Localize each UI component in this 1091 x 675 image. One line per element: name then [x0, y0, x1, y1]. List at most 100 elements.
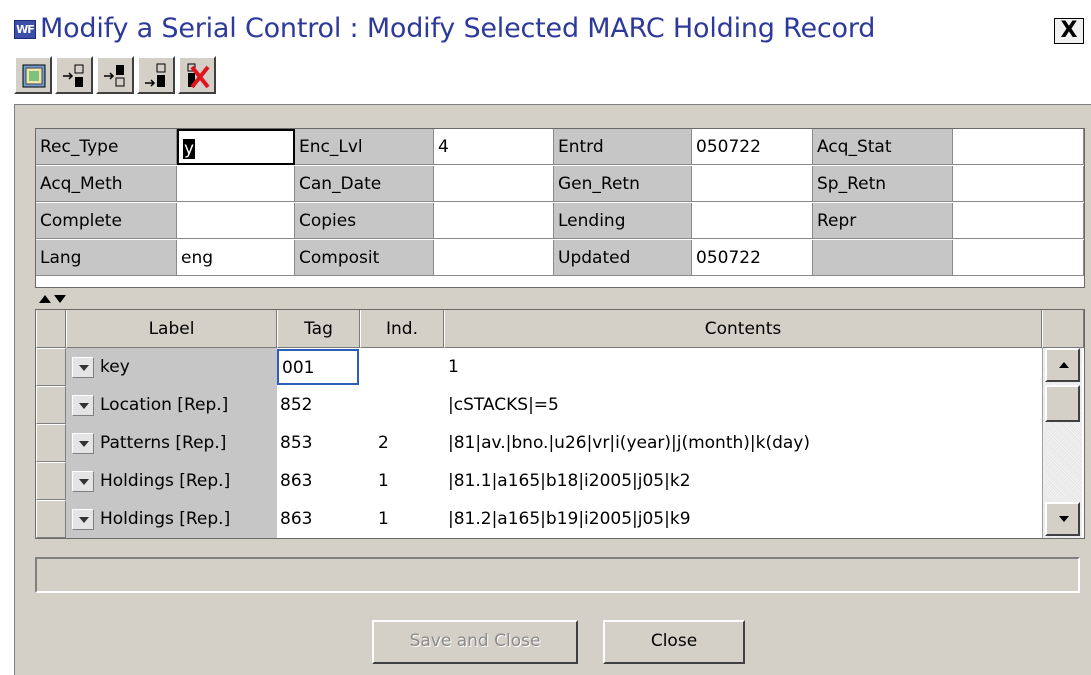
- splitter-arrows-icon: [39, 295, 66, 303]
- ind-input[interactable]: [360, 386, 444, 424]
- append-field-button[interactable]: [137, 56, 175, 94]
- rec-type-input[interactable]: y: [177, 129, 295, 165]
- chevron-down-icon[interactable]: [72, 357, 94, 378]
- scroll-up-button[interactable]: [1045, 348, 1080, 382]
- blank-input[interactable]: [953, 240, 1084, 276]
- enc-lvl-input[interactable]: 4: [434, 129, 554, 165]
- tag-input[interactable]: 853: [277, 424, 359, 462]
- label-cell: Holdings [Rep.]: [66, 500, 277, 538]
- chevron-down-icon[interactable]: [72, 509, 94, 530]
- copies-input[interactable]: [434, 203, 554, 239]
- lang-input[interactable]: eng: [177, 240, 295, 276]
- arrow-up-icon: [1059, 362, 1069, 368]
- fixed-fields-row: Rec_Type y Enc_Lvl 4 Entrd 050722 Acq_St…: [36, 129, 1084, 166]
- column-header-contents[interactable]: Contents: [444, 310, 1042, 348]
- insert-field-before-icon: [63, 64, 84, 87]
- contents-input[interactable]: |cSTACKS|=5: [444, 386, 1042, 424]
- field-label-text: key: [100, 357, 130, 377]
- sp-retn-input[interactable]: [953, 166, 1084, 202]
- tag-input[interactable]: 852: [277, 386, 359, 424]
- table-row[interactable]: Holdings [Rep.] 863 1 |81.2|a165|b19|i20…: [36, 500, 1084, 538]
- table-row[interactable]: Location [Rep.] 852 |cSTACKS|=5: [36, 386, 1084, 424]
- table-row[interactable]: key 001 1: [36, 348, 1084, 386]
- chevron-down-icon[interactable]: [72, 433, 94, 454]
- field-label: Rec_Type: [36, 129, 177, 165]
- row-selector[interactable]: [36, 386, 66, 424]
- field-label: Composit: [295, 240, 434, 276]
- window-title: Modify a Serial Control : Modify Selecte…: [40, 13, 876, 44]
- tag-input[interactable]: 863: [277, 500, 359, 538]
- rec-type-value: y: [183, 139, 196, 159]
- close-button[interactable]: Close: [603, 620, 745, 664]
- save-and-close-button[interactable]: Save and Close: [372, 620, 578, 664]
- gen-retn-input[interactable]: [692, 166, 813, 202]
- insert-field-after-icon: [104, 65, 125, 87]
- field-label: Acq_Meth: [36, 166, 177, 202]
- column-header-label[interactable]: Label: [66, 310, 277, 348]
- ind-input[interactable]: [360, 348, 444, 386]
- field-label: Lending: [554, 203, 692, 239]
- delete-field-button[interactable]: [178, 56, 216, 94]
- fixed-fields-grid: Rec_Type y Enc_Lvl 4 Entrd 050722 Acq_St…: [35, 128, 1085, 288]
- insert-field-after-button[interactable]: [96, 56, 134, 94]
- repr-input[interactable]: [953, 203, 1084, 239]
- pane-splitter[interactable]: [37, 291, 77, 305]
- field-label: Gen_Retn: [554, 166, 692, 202]
- close-window-button[interactable]: X: [1054, 18, 1084, 44]
- field-label-text: Holdings [Rep.]: [100, 509, 231, 529]
- column-header-ind[interactable]: Ind.: [360, 310, 444, 348]
- field-label: Copies: [295, 203, 434, 239]
- title-bar: WF Modify a Serial Control : Modify Sele…: [0, 0, 1091, 52]
- lending-input[interactable]: [692, 203, 813, 239]
- field-label: Repr: [813, 203, 953, 239]
- ind-input[interactable]: 1: [360, 500, 444, 538]
- field-label: Acq_Stat: [813, 129, 953, 165]
- acq-stat-input[interactable]: [953, 129, 1084, 165]
- ind-input[interactable]: 1: [360, 462, 444, 500]
- arrow-down-icon: [1059, 516, 1069, 522]
- row-selector[interactable]: [36, 462, 66, 500]
- field-label: Enc_Lvl: [295, 129, 434, 165]
- column-header-tag[interactable]: Tag: [277, 310, 360, 348]
- contents-input[interactable]: |81.2|a165|b19|i2005|j05|k9: [444, 500, 1042, 538]
- scroll-down-button[interactable]: [1045, 502, 1080, 536]
- can-date-input[interactable]: [434, 166, 554, 202]
- contents-input[interactable]: |81.1|a165|b18|i2005|j05|k2: [444, 462, 1042, 500]
- table-row[interactable]: Patterns [Rep.] 853 2 |81|av.|bno.|u26|v…: [36, 424, 1084, 462]
- field-label: Updated: [554, 240, 692, 276]
- updated-input[interactable]: 050722: [692, 240, 813, 276]
- append-field-icon: [145, 63, 166, 87]
- field-label: Complete: [36, 203, 177, 239]
- tag-input[interactable]: 001: [277, 349, 359, 385]
- complete-input[interactable]: [177, 203, 295, 239]
- row-selector[interactable]: [36, 500, 66, 538]
- tag-input[interactable]: 863: [277, 462, 359, 500]
- chevron-down-icon[interactable]: [72, 471, 94, 492]
- entrd-input[interactable]: 050722: [692, 129, 813, 165]
- composit-input[interactable]: [434, 240, 554, 276]
- field-label-text: Holdings [Rep.]: [100, 471, 231, 491]
- record-view-button[interactable]: [14, 56, 52, 94]
- label-cell: key: [66, 348, 277, 386]
- vertical-scrollbar[interactable]: [1042, 348, 1082, 538]
- chevron-down-icon[interactable]: [72, 395, 94, 416]
- insert-field-before-button[interactable]: [55, 56, 93, 94]
- field-label: Sp_Retn: [813, 166, 953, 202]
- scroll-header: [1042, 310, 1084, 348]
- row-selector-header: [36, 310, 66, 348]
- table-row[interactable]: Holdings [Rep.] 863 1 |81.1|a165|b18|i20…: [36, 462, 1084, 500]
- field-label-text: Patterns [Rep.]: [100, 433, 227, 453]
- field-label: [813, 240, 953, 276]
- field-label: Lang: [36, 240, 177, 276]
- ind-input[interactable]: 2: [360, 424, 444, 462]
- scroll-thumb[interactable]: [1045, 385, 1080, 422]
- label-cell: Holdings [Rep.]: [66, 462, 277, 500]
- contents-input[interactable]: |81|av.|bno.|u26|vr|i(year)|j(month)|k(d…: [444, 424, 1042, 462]
- variable-fields-grid: Label Tag Ind. Contents key 001 1 Locati…: [35, 309, 1085, 539]
- row-selector[interactable]: [36, 348, 66, 386]
- row-selector[interactable]: [36, 424, 66, 462]
- contents-input[interactable]: 1: [444, 348, 1042, 386]
- field-label-text: Location [Rep.]: [100, 395, 229, 415]
- fixed-fields-row: Complete Copies Lending Repr: [36, 203, 1084, 240]
- acq-meth-input[interactable]: [177, 166, 295, 202]
